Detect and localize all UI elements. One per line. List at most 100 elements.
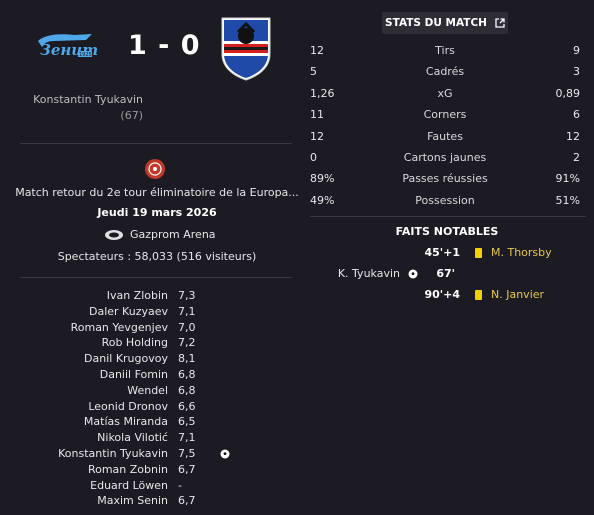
player-rating-row[interactable]: Eduard Löwen - <box>0 478 297 494</box>
player-rating: 6,8 <box>178 367 196 381</box>
stat-away-value: 3 <box>573 65 580 79</box>
event-row: 90'+4 N. Janvier <box>300 287 594 303</box>
stat-row-fouls: 12 Fautes 12 <box>310 126 580 147</box>
event-minute: 90'+4 <box>424 288 460 301</box>
stat-label: xG <box>437 86 453 100</box>
key-events-title: FAITS NOTABLES <box>395 225 499 238</box>
stat-row-corners: 11 Corners 6 <box>310 104 580 125</box>
player-rating: 7,2 <box>178 336 196 350</box>
stats-header-label: STATS DU MATCH <box>385 17 487 29</box>
player-rating-row[interactable]: Leonid Dronov 6,6 <box>0 399 297 415</box>
event-row: K. Tyukavin 67' <box>300 266 594 282</box>
stat-away-value: 9 <box>573 44 580 57</box>
player-rating: 7,1 <box>178 304 196 318</box>
stat-row-shots: 12 Tirs 9 <box>310 40 580 61</box>
player-rating-row[interactable]: Danil Krugovoy 8,1 <box>0 351 297 367</box>
stat-away-value: 2 <box>573 150 580 164</box>
event-row: 45'+1 M. Thorsby <box>300 245 594 261</box>
stat-away-value: 51% <box>555 193 580 207</box>
player-name[interactable]: Leonid Dronov <box>0 399 168 415</box>
match-stats-panel: STATS DU MATCH 12 Tirs 9 5 Cadrés 3 1,26 xG 0,… <box>300 0 594 515</box>
player-rating: 6,6 <box>178 399 196 413</box>
stat-label: Cartons jaunes <box>403 150 487 164</box>
stat-row-yellow-cards: 0 Cartons jaunes 2 <box>310 147 580 168</box>
player-name[interactable]: Wendel <box>0 383 168 399</box>
player-name[interactable]: Eduard Löwen <box>0 478 168 494</box>
event-player[interactable]: K. Tyukavin <box>300 266 400 282</box>
player-name[interactable]: Matías Miranda <box>0 414 168 430</box>
divider <box>310 216 586 217</box>
stat-label: Possession <box>415 193 475 207</box>
stat-row-on-target: 5 Cadrés 3 <box>310 61 580 82</box>
player-name[interactable]: Ivan Zlobin <box>0 288 168 304</box>
stadium-info: Gazprom Arena <box>104 228 216 241</box>
stat-row-pass-completion: 89% Passes réussies 91% <box>310 168 580 189</box>
player-name[interactable]: Daler Kuzyaev <box>0 304 168 320</box>
divider <box>20 143 292 144</box>
player-rating-row[interactable]: Matías Miranda 6,5 <box>0 414 297 430</box>
player-name[interactable]: Nikola Vilotić <box>0 430 168 446</box>
yellow-card-icon <box>475 290 482 300</box>
player-rating: 7,3 <box>178 289 196 302</box>
player-name[interactable]: Daniil Fomin <box>0 367 168 383</box>
player-name[interactable]: Danil Krugovoy <box>0 351 168 367</box>
player-name[interactable]: Konstantin Tyukavin <box>0 446 168 462</box>
player-rating-row[interactable]: Konstantin Tyukavin 7,5 <box>0 446 297 462</box>
stat-label: Passes réussies <box>402 172 488 186</box>
player-rating-row[interactable]: Roman Zobnin 6,7 <box>0 462 297 478</box>
stat-row-xg: 1,26 xG 0,89 <box>310 83 580 104</box>
player-rating-row[interactable]: Daler Kuzyaev 7,1 <box>0 304 297 320</box>
player-rating: 6,7 <box>178 494 196 508</box>
stat-label: Corners <box>423 108 467 122</box>
player-name[interactable]: Roman Yevgenjev <box>0 320 168 336</box>
event-minute: 45'+1 <box>424 246 460 259</box>
event-minute: 67' <box>436 267 455 280</box>
player-rating-row[interactable]: Ivan Zlobin 7,3 <box>0 288 297 304</box>
stat-away-value: 6 <box>573 108 580 122</box>
player-ratings-list: Ivan Zlobin 7,3 Daler Kuzyaev 7,1 Roman Ye… <box>0 288 297 509</box>
yellow-card-icon <box>475 248 482 258</box>
stat-label: Tirs <box>435 44 455 57</box>
stats-list: 12 Tirs 9 5 Cadrés 3 1,26 xG 0,89 11 Corners 6 1… <box>310 40 580 211</box>
sampdoria-crest[interactable] <box>218 14 274 82</box>
player-rating: 7,0 <box>178 320 196 334</box>
player-name[interactable]: Roman Zobnin <box>0 462 168 478</box>
stat-away-value: 91% <box>555 172 580 186</box>
spectators: Spectateurs : 58,033 (516 visiteurs) <box>57 250 257 263</box>
home-scorer-minute: (67) <box>120 109 143 122</box>
player-name[interactable]: Rob Holding <box>0 335 168 351</box>
match-score: 1 - 0 <box>128 30 201 61</box>
goal-icon <box>220 449 230 459</box>
player-rating-row[interactable]: Nikola Vilotić 7,1 <box>0 430 297 446</box>
zenit-logo[interactable]: Зенит 1925 <box>34 31 98 65</box>
svg-text:1925: 1925 <box>79 52 92 58</box>
player-rating-row[interactable]: Rob Holding 7,2 <box>0 335 297 351</box>
expand-icon <box>495 18 505 28</box>
player-rating: 7,1 <box>178 431 196 445</box>
player-rating: 8,1 <box>178 352 196 366</box>
player-rating: 7,5 <box>178 446 196 460</box>
stadium-icon <box>105 229 123 240</box>
event-player[interactable]: N. Janvier <box>491 287 544 303</box>
stat-away-value: 12 <box>566 129 580 143</box>
player-rating-row[interactable]: Maxim Senin 6,7 <box>0 493 297 509</box>
player-rating: 6,7 <box>178 462 196 476</box>
match-date: Jeudi 19 mars 2026 <box>97 206 217 219</box>
stat-row-possession: 49% Possession 51% <box>310 190 580 211</box>
player-rating-row[interactable]: Roman Yevgenjev 7,0 <box>0 320 297 336</box>
player-name[interactable]: Maxim Senin <box>0 493 168 509</box>
uefa-competition-icon <box>145 159 165 179</box>
player-rating-row[interactable]: Wendel 6,8 <box>0 383 297 399</box>
player-rating-row[interactable]: Daniil Fomin 6,8 <box>0 367 297 383</box>
competition-round: Match retour du 2e tour éliminatoire de … <box>15 186 299 199</box>
stats-header-button[interactable]: STATS DU MATCH <box>382 12 508 34</box>
stadium-name: Gazprom Arena <box>130 228 216 241</box>
stat-label: Cadrés <box>425 65 465 79</box>
match-summary-panel: Зенит 1925 1 - 0 Konstantin Tyukavin (67… <box>0 0 299 515</box>
home-scorer-name[interactable]: Konstantin Tyukavin <box>0 93 143 106</box>
player-rating: 6,8 <box>178 383 196 397</box>
event-player[interactable]: M. Thorsby <box>491 245 552 261</box>
stat-away-value: 0,89 <box>555 86 581 100</box>
divider <box>20 277 292 278</box>
player-rating: - <box>178 478 182 492</box>
